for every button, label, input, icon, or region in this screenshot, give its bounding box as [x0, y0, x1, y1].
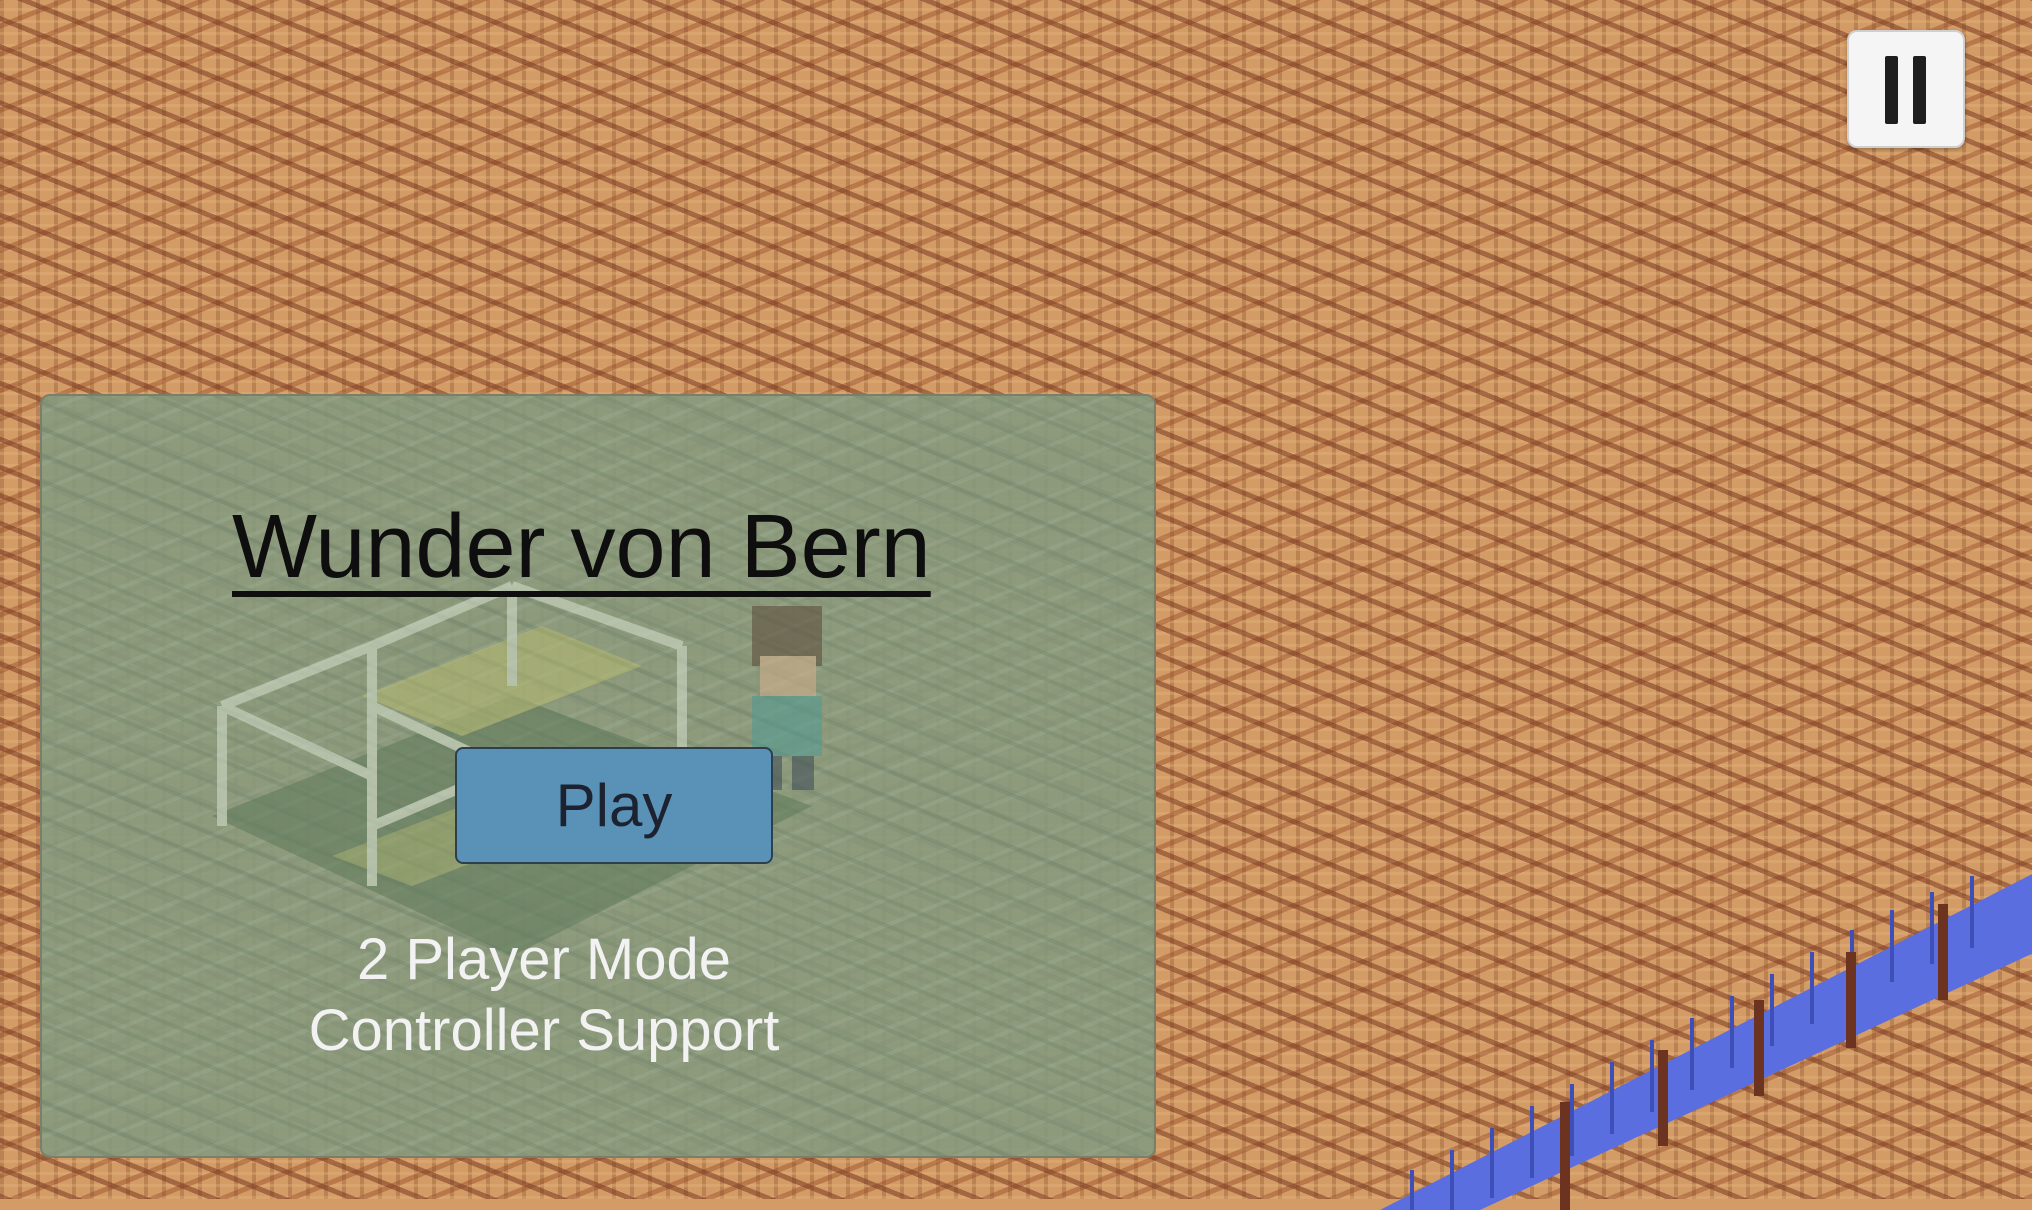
stadium-barrier	[1380, 874, 2032, 1210]
main-menu-panel: Wunder von Bern Play 2 Player Mode Contr…	[40, 394, 1156, 1158]
player-mode-text: 2 Player Mode	[357, 927, 731, 992]
pause-button[interactable]	[1847, 30, 1965, 148]
controller-support-text: Controller Support	[308, 998, 780, 1063]
play-button[interactable]: Play	[455, 747, 773, 864]
game-title: Wunder von Bern	[232, 497, 931, 597]
